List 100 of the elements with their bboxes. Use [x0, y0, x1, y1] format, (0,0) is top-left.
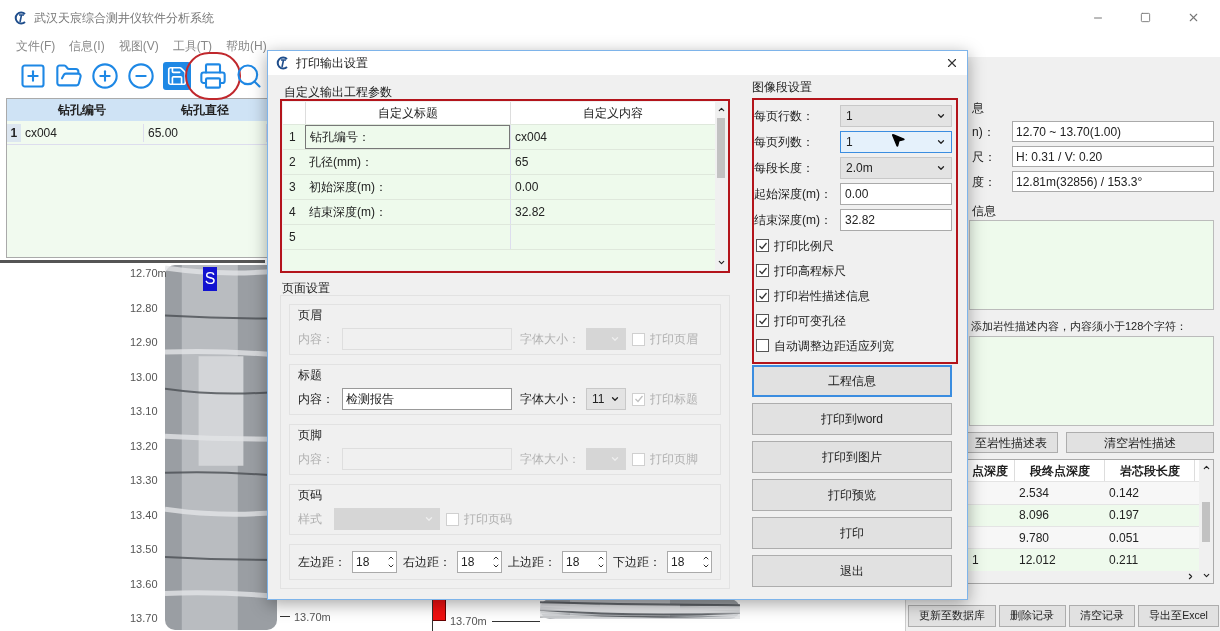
table-cell[interactable]: 初始深度(m)：: [305, 175, 510, 199]
menu-item[interactable]: 信息(I): [69, 37, 105, 55]
depth-label: 13.50: [130, 542, 158, 557]
input-field[interactable]: 0.00: [840, 183, 952, 205]
menu-item[interactable]: 文件(F): [16, 37, 56, 55]
menu-item[interactable]: 视图(V): [118, 37, 159, 55]
field-label: 字体大小：: [520, 451, 580, 468]
field-label: 起始深度(m)：: [754, 186, 833, 203]
column-header[interactable]: 钻孔直径: [143, 99, 267, 121]
hint-text: 添加岩性描述内容，内容须小于128个字符：: [971, 319, 1188, 334]
table-cell[interactable]: 结束深度(m)：: [305, 200, 510, 224]
checkbox[interactable]: 打印岩性描述信息: [756, 286, 870, 305]
field-label: 左边距：: [298, 554, 346, 571]
table-cell-text: 2.534: [1018, 484, 1051, 502]
row-number: 1: [288, 129, 297, 146]
group-title: 图像段设置: [752, 79, 813, 96]
dropdown[interactable]: 2.0m: [840, 157, 952, 179]
spin-box[interactable]: 18: [352, 551, 397, 573]
depth-label: 13.20: [130, 438, 158, 454]
field-label: 每段长度：: [754, 160, 815, 177]
dropdown[interactable]: 11: [586, 388, 626, 410]
dialog-button[interactable]: 打印到word: [752, 403, 952, 435]
depth-label: 13.60: [130, 576, 158, 592]
depth-label: 13.70m: [294, 610, 331, 625]
checkbox[interactable]: 打印比例尺: [756, 236, 834, 255]
checkbox[interactable]: 自动调整边距适应列宽: [756, 336, 894, 355]
depth-label: 12.70m: [130, 266, 167, 281]
row-number: 2: [288, 154, 297, 171]
input-field[interactable]: 12.70 ~ 13.70(1.00): [1012, 121, 1214, 142]
table-cell-text: 0.142: [1108, 484, 1141, 502]
input-field[interactable]: 32.82: [840, 209, 952, 231]
field-label: 样式: [298, 511, 323, 528]
table-cell[interactable]: 孔径(mm)：: [305, 150, 510, 174]
table-cell-text: 8.096: [1018, 507, 1051, 525]
field-label: 字体大小：: [520, 331, 580, 348]
table-cell[interactable]: 钻孔编号：: [305, 125, 510, 149]
column-header[interactable]: 钻孔编号: [20, 99, 144, 121]
input-field[interactable]: 12.81m(32856) / 153.3°: [1012, 171, 1214, 192]
menu-item[interactable]: 工具(T): [172, 37, 212, 55]
field-label: 度：: [972, 173, 997, 191]
table-cell-text: 1: [971, 551, 980, 569]
field-label: 上边距：: [508, 554, 556, 571]
row-number: 1: [7, 123, 21, 142]
field-label: 内容：: [298, 451, 335, 468]
table-cell-text: 0.051: [1108, 529, 1141, 547]
group-title: 页面设置: [281, 280, 331, 295]
action-button[interactable]: 导出至Excel: [1138, 605, 1219, 627]
dialog-button[interactable]: 打印到图片: [752, 441, 952, 473]
menu-item[interactable]: 帮助(H): [226, 37, 267, 55]
row-number: 5: [288, 229, 297, 246]
table-cell-text: 0.211: [1108, 551, 1140, 569]
row-number: 4: [288, 204, 297, 221]
group-title: 页码: [298, 487, 323, 504]
field-label: 尺：: [972, 148, 997, 166]
input-field[interactable]: H: 0.31 / V: 0.20: [1012, 146, 1214, 167]
input-field[interactable]: 检测报告: [342, 388, 512, 410]
action-button[interactable]: 更新至数据库: [908, 605, 997, 627]
table-cell-text: 0.197: [1108, 507, 1141, 525]
table-cell-text: 12.012: [1018, 551, 1057, 569]
group-title: 标题: [298, 367, 323, 384]
field-label: 右边距：: [403, 554, 451, 571]
depth-label: 12.80: [130, 300, 158, 316]
marker-label: S: [203, 267, 217, 291]
spin-box[interactable]: 18: [562, 551, 607, 573]
field-label: 每页行数：: [754, 108, 815, 125]
section-title: 息: [972, 100, 984, 117]
table-cell-text: 9.780: [1018, 529, 1051, 547]
depth-label: 13.70m: [450, 614, 487, 629]
depth-label: 13.40: [130, 507, 158, 523]
field-label: 每页列数：: [754, 134, 815, 151]
dialog-title: 打印输出设置: [296, 55, 368, 72]
dialog-button[interactable]: 工程信息: [752, 365, 952, 397]
depth-label: 13.00: [130, 369, 158, 385]
field-label: n)：: [972, 123, 996, 141]
row-number: 3: [288, 179, 297, 196]
depth-label: 12.90: [130, 335, 158, 350]
field-label: 下边距：: [613, 554, 661, 571]
depth-label: 13.10: [130, 404, 158, 419]
dialog-button[interactable]: 打印: [752, 517, 952, 549]
depth-label: 13.30: [130, 473, 158, 488]
field-label: 字体大小：: [520, 391, 580, 408]
checkbox[interactable]: 打印高程标尺: [756, 261, 846, 280]
action-button[interactable]: 清空记录: [1068, 605, 1135, 627]
dropdown[interactable]: 1: [840, 105, 952, 127]
field-label: 内容：: [298, 331, 335, 348]
group-title: 页脚: [298, 427, 323, 444]
dropdown[interactable]: 1: [840, 131, 952, 153]
depth-label: 13.70: [130, 611, 158, 626]
field-label: 结束深度(m)：: [754, 212, 833, 229]
group-title: 自定义输出工程参数: [283, 84, 393, 99]
table-cell: cx004: [20, 123, 144, 142]
spin-box[interactable]: 18: [457, 551, 502, 573]
action-button[interactable]: 删除记录: [999, 605, 1066, 627]
clear-button[interactable]: 清空岩性描述: [1066, 432, 1214, 453]
window-title: 武汉天宸综合测井仪软件分析系统: [34, 9, 214, 27]
group-title: 页眉: [298, 307, 323, 324]
spin-box[interactable]: 18: [667, 551, 712, 573]
checkbox[interactable]: 打印可变孔径: [756, 311, 846, 330]
dialog-button[interactable]: 打印预览: [752, 479, 952, 511]
dialog-button[interactable]: 退出: [752, 555, 952, 587]
